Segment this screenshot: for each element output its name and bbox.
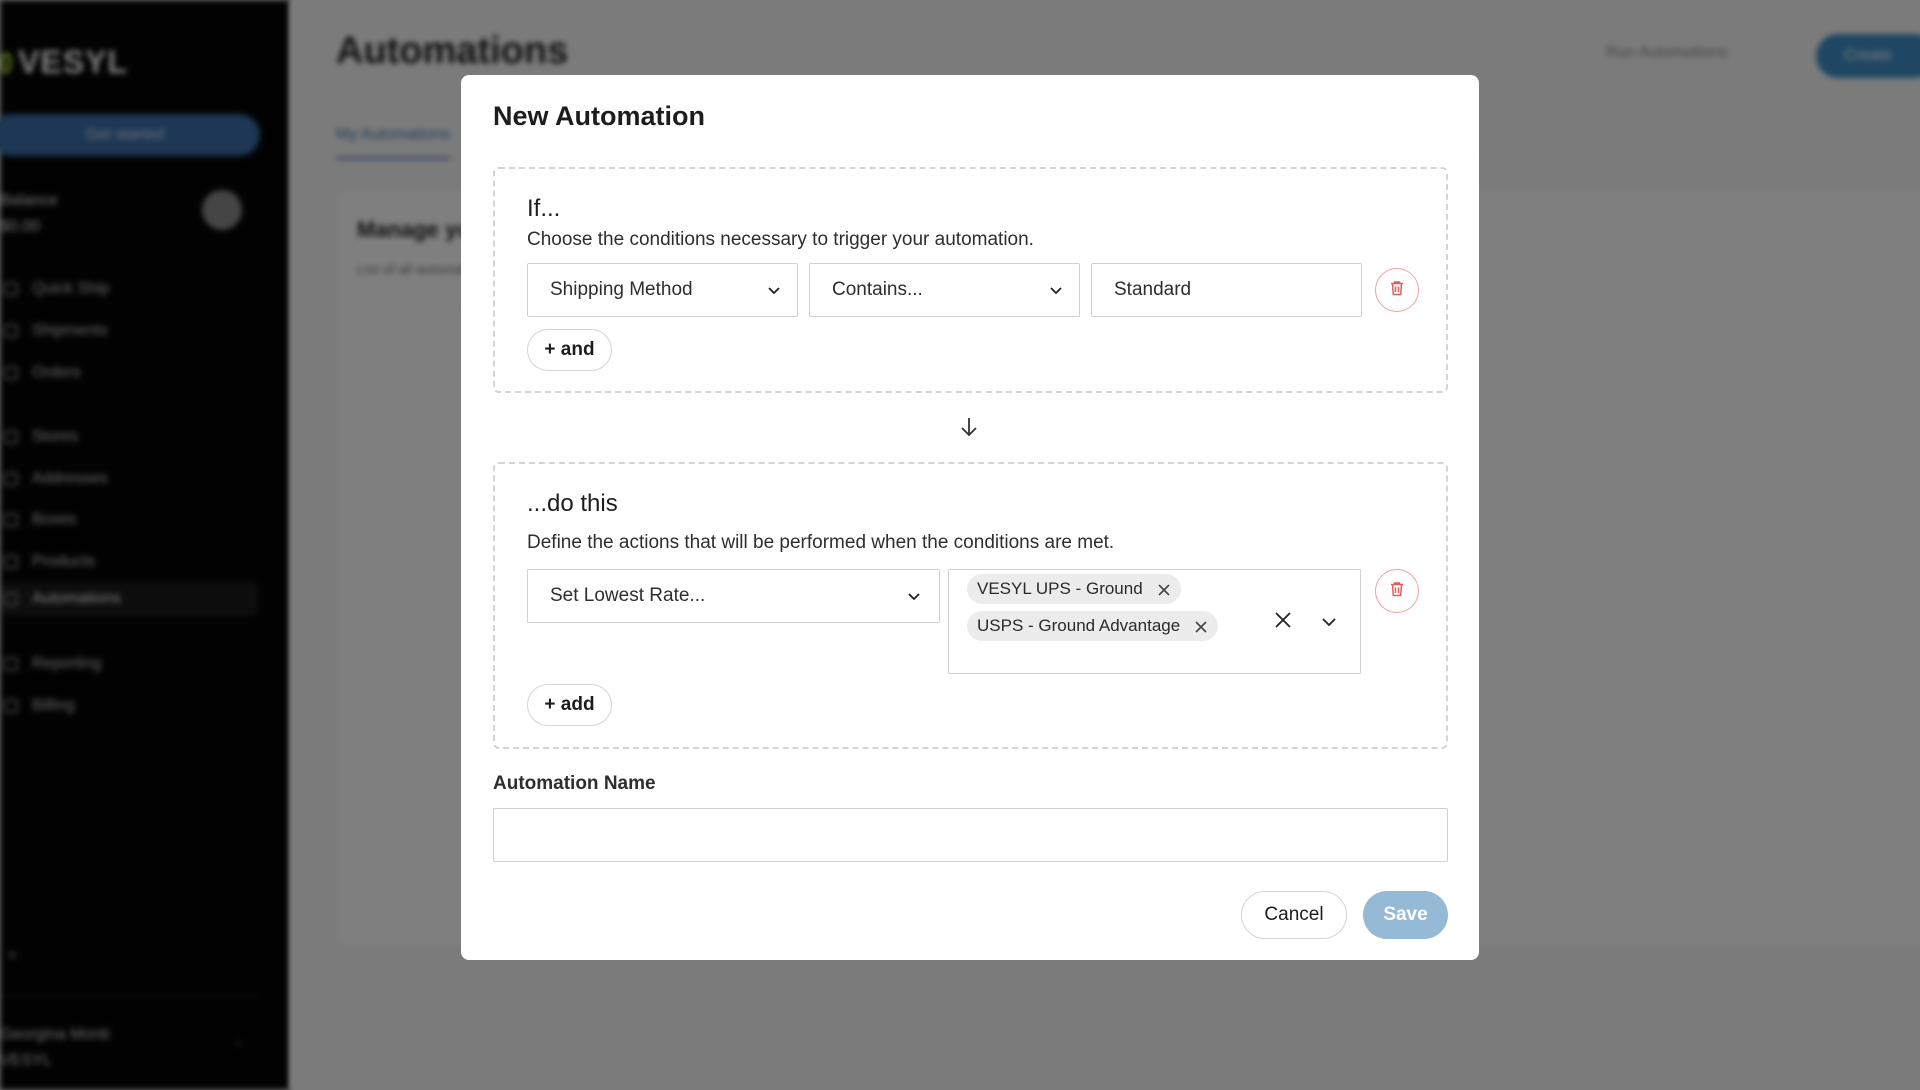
selected-rate-chip: USPS - Ground Advantage	[967, 611, 1219, 641]
condition-value-text: Standard	[1114, 279, 1192, 300]
chevron-down-icon	[907, 589, 921, 603]
chip-label: USPS - Ground Advantage	[977, 616, 1181, 635]
clear-icon[interactable]	[1273, 610, 1293, 630]
do-heading: ...do this	[527, 490, 618, 517]
action-select[interactable]: Set Lowest Rate...	[527, 569, 940, 623]
do-description: Define the actions that will be performe…	[527, 532, 1115, 553]
chip-label: VESYL UPS - Ground	[977, 579, 1143, 598]
if-conditions-section: If... Choose the conditions necessary to…	[493, 167, 1448, 393]
chevron-down-icon	[767, 283, 781, 297]
condition-field-select[interactable]: Shipping Method	[527, 263, 798, 317]
arrow-down-icon	[957, 415, 981, 439]
condition-operator-select[interactable]: Contains...	[809, 263, 1080, 317]
rate-multiselect[interactable]: VESYL UPS - Ground USPS - Ground Advanta…	[948, 569, 1361, 674]
add-action-button[interactable]: + add	[527, 684, 612, 726]
new-automation-modal: New Automation If... Choose the conditio…	[461, 75, 1479, 960]
close-icon[interactable]	[1157, 582, 1171, 596]
condition-operator-value: Contains...	[832, 279, 923, 300]
add-and-condition-button[interactable]: + and	[527, 329, 612, 371]
trash-icon	[1388, 279, 1406, 302]
if-description: Choose the conditions necessary to trigg…	[527, 229, 1034, 250]
if-heading: If...	[527, 195, 561, 222]
delete-condition-button[interactable]	[1375, 268, 1419, 312]
cancel-button[interactable]: Cancel	[1241, 891, 1347, 939]
automation-name-input[interactable]	[493, 808, 1448, 862]
action-select-value: Set Lowest Rate...	[550, 585, 706, 606]
trash-icon	[1388, 580, 1406, 603]
chevron-down-icon	[1049, 283, 1063, 297]
condition-field-value: Shipping Method	[550, 279, 693, 300]
automation-name-label: Automation Name	[493, 773, 656, 794]
condition-value-input[interactable]: Standard	[1091, 263, 1362, 317]
close-icon[interactable]	[1194, 619, 1208, 633]
selected-rate-chip: VESYL UPS - Ground	[967, 574, 1181, 604]
chevron-down-icon[interactable]	[1321, 614, 1337, 630]
delete-action-button[interactable]	[1375, 569, 1419, 613]
modal-title: New Automation	[493, 101, 705, 131]
save-button[interactable]: Save	[1363, 891, 1448, 939]
